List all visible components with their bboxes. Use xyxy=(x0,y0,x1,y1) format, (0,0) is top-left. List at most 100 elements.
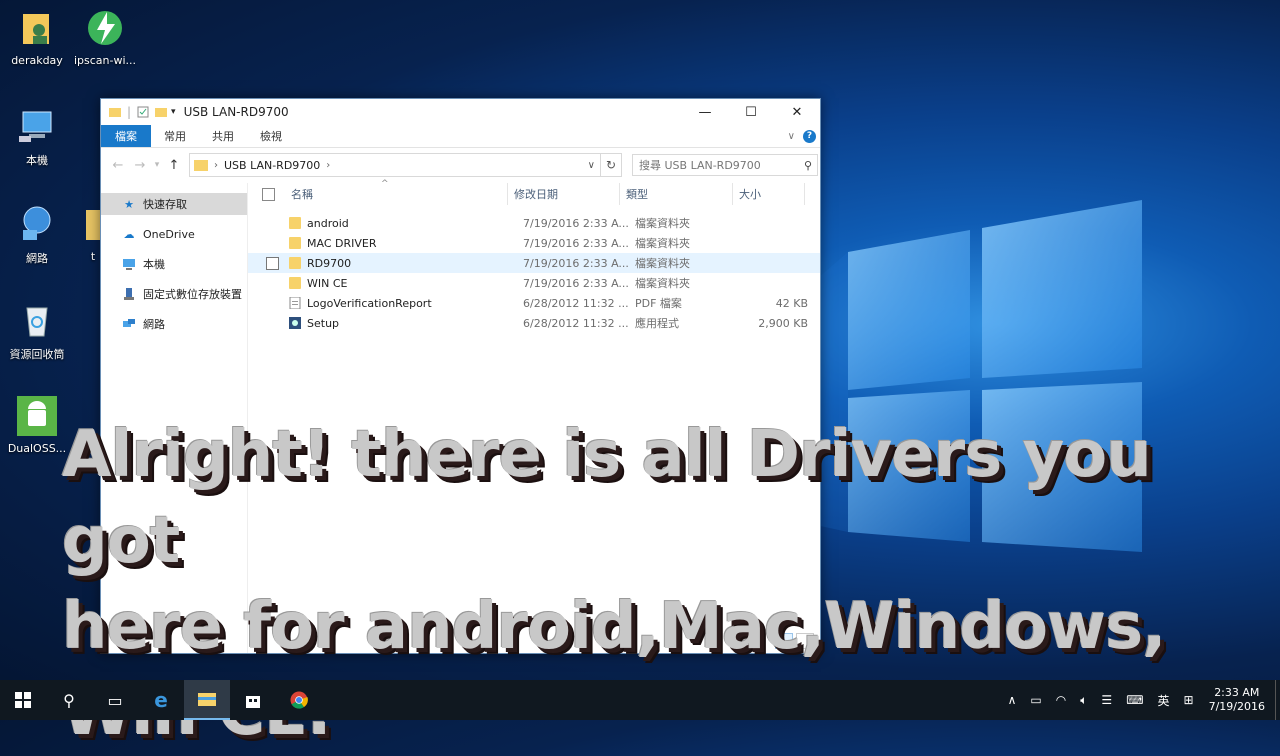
volume-icon[interactable]: 🔈︎ xyxy=(1073,693,1094,708)
nav-item-this-pc[interactable]: 本機 xyxy=(101,253,247,275)
up-arrow-icon[interactable]: ↑ xyxy=(163,158,185,173)
recent-locations-chevron-icon[interactable]: ▾ xyxy=(151,160,163,170)
caption-line-1: Alright! there is all Drivers you got xyxy=(62,418,1152,578)
table-row[interactable]: WIN CE 7/19/2016 2:33 A... 檔案資料夾 xyxy=(248,273,820,293)
column-header-size[interactable]: 大小 xyxy=(733,183,805,205)
title-bar[interactable]: | ▾ USB LAN-RD9700 — ☐ ✕ xyxy=(101,99,820,125)
clock[interactable]: 2:33 AM 7/19/2016 xyxy=(1201,686,1275,714)
show-desktop-button[interactable] xyxy=(1275,680,1280,720)
new-folder-icon[interactable] xyxy=(155,106,168,118)
select-all-checkbox[interactable] xyxy=(262,187,275,201)
taskbar-file-explorer[interactable] xyxy=(184,680,230,720)
search-input[interactable]: 搜尋 USB LAN-RD9700 ⚲ xyxy=(632,154,818,176)
folder-icon xyxy=(289,257,301,269)
desktop-icon-recycle-bin[interactable]: 資源回收筒 xyxy=(0,300,74,362)
application-icon xyxy=(289,317,301,329)
properties-icon[interactable] xyxy=(137,106,149,118)
customize-quick-access-chevron-icon[interactable]: ▾ xyxy=(171,107,176,117)
back-arrow-icon[interactable]: ← xyxy=(107,158,129,173)
desktop-icon-ipscan[interactable]: ipscan-wi... xyxy=(68,8,142,67)
forward-arrow-icon[interactable]: → xyxy=(129,158,151,173)
table-row[interactable]: Setup 6/28/2012 11:32 ... 應用程式 2,900 KB xyxy=(248,313,820,333)
file-name: Setup xyxy=(307,316,340,330)
sort-ascending-icon: ^ xyxy=(381,179,389,189)
notification-message-icon[interactable]: ☰ xyxy=(1094,693,1119,707)
computer-icon xyxy=(19,111,52,142)
taskbar-chrome[interactable] xyxy=(276,680,322,720)
desktop-icon-this-pc[interactable]: 本機 xyxy=(0,106,74,168)
desktop-icon-label: ipscan-wi... xyxy=(73,54,137,67)
row-checkbox[interactable] xyxy=(266,217,279,230)
nav-item-label: 本機 xyxy=(143,258,165,271)
start-button[interactable] xyxy=(0,680,46,720)
maximize-button[interactable]: ☐ xyxy=(728,99,774,125)
expand-ribbon-chevron-icon[interactable]: ∨ xyxy=(788,131,795,142)
file-name: android xyxy=(307,216,349,230)
file-date: 7/19/2016 2:33 A... xyxy=(523,236,629,250)
battery-icon[interactable]: ▭ xyxy=(1023,693,1048,707)
chrome-icon xyxy=(290,691,308,709)
desktop-icon-user-folder[interactable]: derakday xyxy=(0,8,74,67)
tab-share[interactable]: 共用 xyxy=(199,125,247,147)
minimize-button[interactable]: — xyxy=(682,99,728,125)
row-checkbox[interactable] xyxy=(266,297,279,310)
computer-icon xyxy=(121,257,137,271)
close-button[interactable]: ✕ xyxy=(774,99,820,125)
file-date: 7/19/2016 2:33 A... xyxy=(523,256,629,270)
address-input[interactable]: › USB LAN-RD9700 › ∨ xyxy=(189,153,601,177)
user-folder-icon xyxy=(23,14,49,44)
column-header-name[interactable]: 名稱 xyxy=(285,183,508,205)
taskbar-store[interactable] xyxy=(230,680,276,720)
table-row[interactable]: MAC DRIVER 7/19/2016 2:33 A... 檔案資料夾 xyxy=(248,233,820,253)
row-checkbox[interactable] xyxy=(266,317,279,330)
system-tray: ∧ ▭ ◠ 🔈︎ ☰ ⌨ 英 ⊞ 2:33 AM 7/19/2016 xyxy=(1001,680,1280,720)
breadcrumb-separator[interactable]: › xyxy=(326,160,330,171)
refresh-button[interactable]: ↻ xyxy=(601,153,622,177)
column-header-type[interactable]: 類型 xyxy=(620,183,733,205)
separator: | xyxy=(127,105,132,119)
table-row[interactable]: LogoVerificationReport 6/28/2012 11:32 .… xyxy=(248,293,820,313)
keyboard-icon[interactable]: ⌨ xyxy=(1119,693,1150,707)
tab-home[interactable]: 常用 xyxy=(151,125,199,147)
file-type: 應用程式 xyxy=(635,317,679,330)
store-bag-icon xyxy=(246,696,260,708)
task-view-icon: ▭ xyxy=(107,690,123,710)
row-checkbox[interactable] xyxy=(266,256,279,270)
star-icon: ★ xyxy=(124,197,134,211)
cloud-icon: ☁ xyxy=(123,227,135,241)
desktop-icon-partial[interactable]: t xyxy=(62,204,102,263)
breadcrumb-separator[interactable]: › xyxy=(214,160,218,171)
windows-start-icon xyxy=(15,692,31,708)
row-checkbox[interactable] xyxy=(266,277,279,290)
task-view-button[interactable]: ▭ xyxy=(92,680,138,720)
row-checkbox[interactable] xyxy=(266,237,279,250)
table-row[interactable]: android 7/19/2016 2:33 A... 檔案資料夾 xyxy=(248,213,820,233)
storage-device-icon xyxy=(121,287,137,301)
file-date: 6/28/2012 11:32 ... xyxy=(523,316,629,330)
lightning-icon xyxy=(88,11,122,45)
desktop-icon-label: t xyxy=(90,250,96,263)
nav-item-onedrive[interactable]: ☁ OneDrive xyxy=(101,223,247,245)
folder-icon xyxy=(86,210,102,240)
network-globe-icon xyxy=(23,206,51,240)
tab-view[interactable]: 檢視 xyxy=(247,125,295,147)
search-icon[interactable]: ⚲ xyxy=(804,159,812,172)
address-dropdown-chevron-icon[interactable]: ∨ xyxy=(588,160,595,171)
folder-icon xyxy=(289,237,301,249)
nav-item-quick-access[interactable]: ★ 快速存取 xyxy=(101,193,247,215)
desktop-icon-label: 本機 xyxy=(26,154,48,167)
file-type: 檔案資料夾 xyxy=(635,217,690,230)
tab-file[interactable]: 檔案 xyxy=(101,125,151,147)
table-row[interactable]: RD9700 7/19/2016 2:33 A... 檔案資料夾 xyxy=(248,253,820,273)
breadcrumb-current[interactable]: USB LAN-RD9700 xyxy=(224,159,320,172)
taskbar-edge[interactable]: e xyxy=(138,680,184,720)
column-header-date[interactable]: 修改日期 xyxy=(508,183,620,205)
wifi-icon[interactable]: ◠ xyxy=(1049,693,1073,707)
nav-item-network[interactable]: 網路 xyxy=(101,313,247,335)
ime-mode-icon[interactable]: ⊞ xyxy=(1177,693,1201,707)
help-icon[interactable]: ? xyxy=(803,129,816,143)
nav-item-fixed-storage[interactable]: 固定式數位存放裝置 xyxy=(101,283,247,305)
input-language-indicator[interactable]: 英 xyxy=(1151,692,1177,709)
show-hidden-icons-chevron-icon[interactable]: ∧ xyxy=(1001,693,1024,707)
search-button[interactable]: ⚲ xyxy=(46,680,92,720)
